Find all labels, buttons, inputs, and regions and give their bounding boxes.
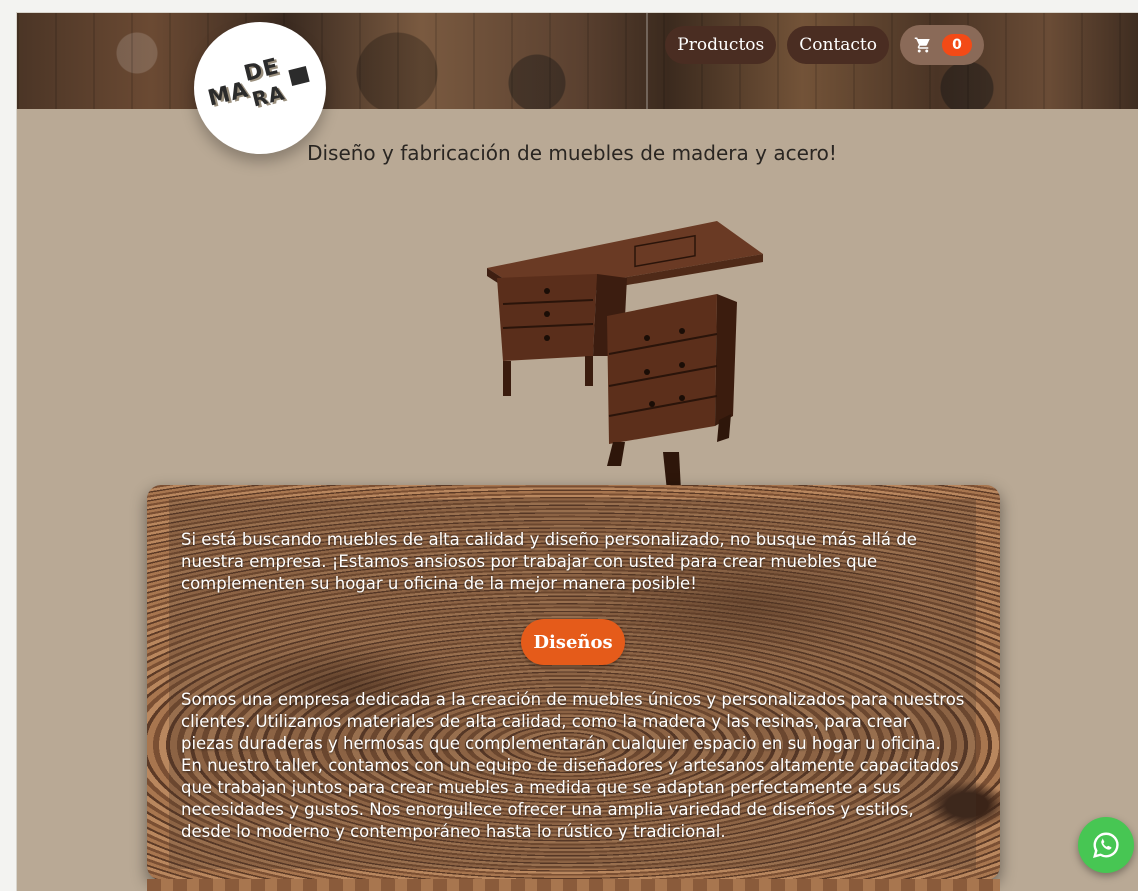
intro-paragraph: Si está buscando muebles de alta calidad… (181, 530, 917, 593)
page: DE MA RA Productos Contacto 0 Diseño y f… (16, 12, 1138, 891)
intro-card: Si está buscando muebles de alta calidad… (147, 485, 1000, 880)
desk-image (487, 221, 763, 491)
whatsapp-icon (1093, 832, 1119, 858)
logo-text-ma: MA (205, 77, 252, 112)
logo-text-ra: RA (249, 80, 288, 112)
page-tagline: Diseño y fabricación de muebles de mader… (307, 141, 837, 165)
nav-contacto-button[interactable]: Contacto (787, 26, 889, 64)
next-card-edge (147, 879, 1000, 891)
site-logo[interactable]: DE MA RA (194, 22, 326, 154)
main-nav: Productos Contacto 0 (665, 25, 984, 65)
logo-block-icon (288, 66, 310, 86)
disenos-button[interactable]: Diseños (521, 619, 625, 665)
description-paragraph: Somos una empresa dedicada a la creación… (181, 690, 965, 841)
nav-productos-button[interactable]: Productos (665, 26, 777, 64)
whatsapp-button[interactable] (1078, 817, 1134, 873)
cart-icon (914, 37, 930, 53)
header-divider (646, 13, 648, 109)
cart-count-badge: 0 (942, 34, 972, 56)
cart-button[interactable]: 0 (900, 25, 984, 65)
